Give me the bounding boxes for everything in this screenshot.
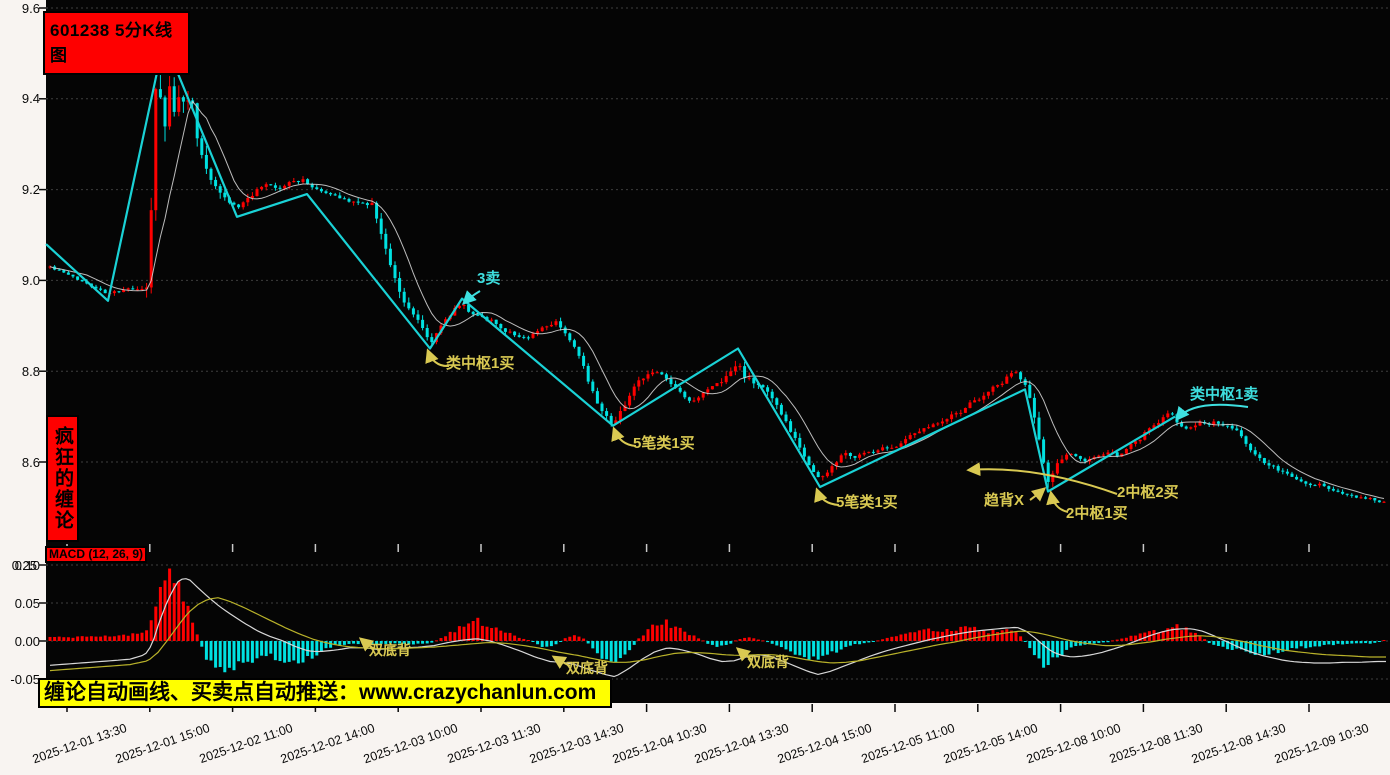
price-axis-label: 8.6 [21, 454, 40, 470]
annotation-label: 3卖 [477, 270, 501, 287]
annotation-label: 2中枢1买 [1066, 505, 1128, 522]
price-axis-label: 9.0 [21, 272, 40, 288]
annotation-label: 2中枢2买 [1117, 484, 1179, 501]
annotation-label: 类中枢1买 [446, 355, 515, 372]
annotation-label: 5笔类1买 [633, 435, 695, 452]
annotation-label: 双底背 [369, 642, 411, 658]
macd-axis-label: 0.00 [14, 633, 40, 649]
symbol-title: 601238 5分K线图 [50, 21, 173, 65]
price-axis-label: 8.8 [21, 363, 40, 379]
macd-axis-label: 0.05 [14, 595, 40, 611]
price-axis-label: 9.4 [21, 91, 40, 107]
macd-axis-overlap-label: 0.10 [14, 557, 40, 573]
annotation-label: 5笔类1买 [836, 494, 898, 511]
price-axis-label: 9.6 [21, 0, 40, 16]
annotation-label: 趋背X [984, 492, 1025, 509]
macd-param-box: MACD (12, 26, 9) [45, 546, 147, 563]
macd-param-label: MACD (12, 26, 9) [48, 547, 144, 561]
promo-banner[interactable]: 缠论自动画线、买卖点自动推送：www.crazychanlun.com [38, 678, 612, 708]
kline-chart-window: 9.6 9.4 9.2 9.0 8.8 8.6 0.25 0.10 0.05 0.00 -0.05… [0, 0, 1390, 775]
symbol-title-box: 601238 5分K线图 [43, 11, 190, 75]
price-axis-label: 9.2 [21, 182, 40, 198]
macd-axis-label: -0.05 [10, 671, 40, 687]
annotation-label: 双底背 [747, 654, 789, 670]
chart-canvas[interactable] [0, 0, 1390, 775]
brand-watermark-text: 疯狂的缠论 [52, 426, 73, 531]
annotation-label: 类中枢1卖 [1190, 386, 1259, 403]
annotation-label: 双底背 [566, 660, 608, 676]
promo-banner-text: 缠论自动画线、买卖点自动推送：www.crazychanlun.com [44, 681, 597, 704]
brand-watermark-box: 疯狂的缠论 [46, 415, 79, 542]
